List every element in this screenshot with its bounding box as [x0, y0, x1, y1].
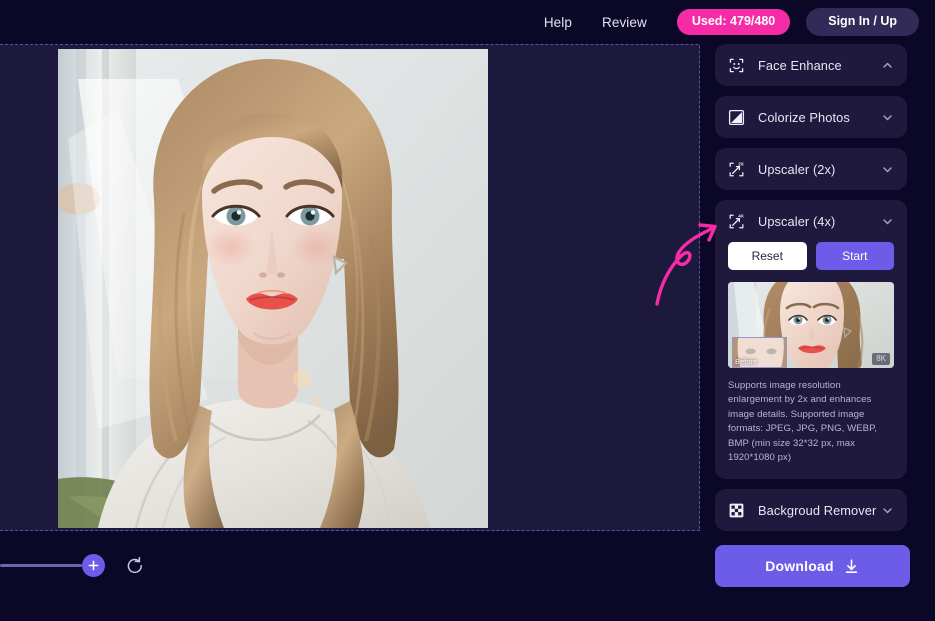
plus-icon	[88, 560, 99, 571]
panel-header-face-enhance[interactable]: Face Enhance	[715, 44, 907, 86]
panel-upscaler-4x: 4X Upscaler (4x) Reset Start	[715, 200, 907, 479]
panel-background-remover: Backgroud Remover	[715, 489, 907, 531]
panel-header-colorize-photos[interactable]: Colorize Photos	[715, 96, 907, 138]
review-link[interactable]: Review	[602, 15, 647, 30]
image-canvas[interactable]	[0, 44, 700, 531]
colorize-icon	[728, 109, 745, 126]
sign-in-up-button[interactable]: Sign In / Up	[806, 8, 919, 36]
reset-view-button[interactable]	[124, 555, 146, 577]
zoom-in-button[interactable]	[82, 554, 105, 577]
before-comparison-inset[interactable]: Before	[732, 337, 787, 368]
tools-sidebar: Face Enhance Colorize Photos	[715, 44, 910, 621]
zoom-slider[interactable]	[0, 564, 82, 567]
chevron-down-icon[interactable]	[881, 111, 894, 124]
panel-body-upscaler-4x: Reset Start	[715, 242, 907, 479]
action-button-row: Reset Start	[728, 242, 894, 270]
svg-text:2X: 2X	[738, 161, 745, 166]
canvas-toolbar	[0, 531, 700, 621]
panel-label: Backgroud Remover	[758, 503, 881, 518]
download-icon	[843, 558, 860, 575]
upscale-4x-icon: 4X	[728, 213, 745, 230]
reset-button[interactable]: Reset	[728, 242, 807, 270]
panel-header-upscaler-2x[interactable]: 2X Upscaler (2x)	[715, 148, 907, 190]
panel-label: Face Enhance	[758, 58, 881, 73]
before-label: Before	[735, 358, 757, 366]
download-label: Download	[765, 558, 833, 574]
panel-description: Supports image resolution enlargement by…	[728, 379, 894, 465]
top-bar: Help Review Used: 479/480 Sign In / Up	[0, 0, 935, 44]
panel-label: Colorize Photos	[758, 110, 881, 125]
panel-label: Upscaler (4x)	[758, 214, 881, 229]
face-icon	[728, 57, 745, 74]
start-button[interactable]: Start	[816, 242, 895, 270]
preview-thumbnail[interactable]: Before 8K	[728, 282, 894, 368]
panel-upscaler-2x: 2X Upscaler (2x)	[715, 148, 907, 190]
download-button[interactable]: Download	[715, 545, 910, 587]
panel-header-background-remover[interactable]: Backgroud Remover	[715, 489, 907, 531]
rotate-reset-icon	[124, 555, 146, 577]
panel-header-upscaler-4x[interactable]: 4X Upscaler (4x)	[715, 200, 907, 242]
svg-text:4X: 4X	[738, 213, 745, 218]
usage-badge[interactable]: Used: 479/480	[677, 9, 790, 35]
panel-face-enhance: Face Enhance	[715, 44, 907, 86]
chevron-down-icon[interactable]	[881, 215, 894, 228]
panel-label: Upscaler (2x)	[758, 162, 881, 177]
upscale-2x-icon: 2X	[728, 161, 745, 178]
checker-icon	[728, 502, 745, 519]
help-link[interactable]: Help	[544, 15, 572, 30]
panel-colorize-photos: Colorize Photos	[715, 96, 907, 138]
chevron-up-icon[interactable]	[881, 59, 894, 72]
portrait-photo[interactable]	[58, 49, 488, 528]
quality-badge: 8K	[872, 353, 890, 365]
chevron-down-icon[interactable]	[881, 163, 894, 176]
chevron-down-icon[interactable]	[881, 504, 894, 517]
